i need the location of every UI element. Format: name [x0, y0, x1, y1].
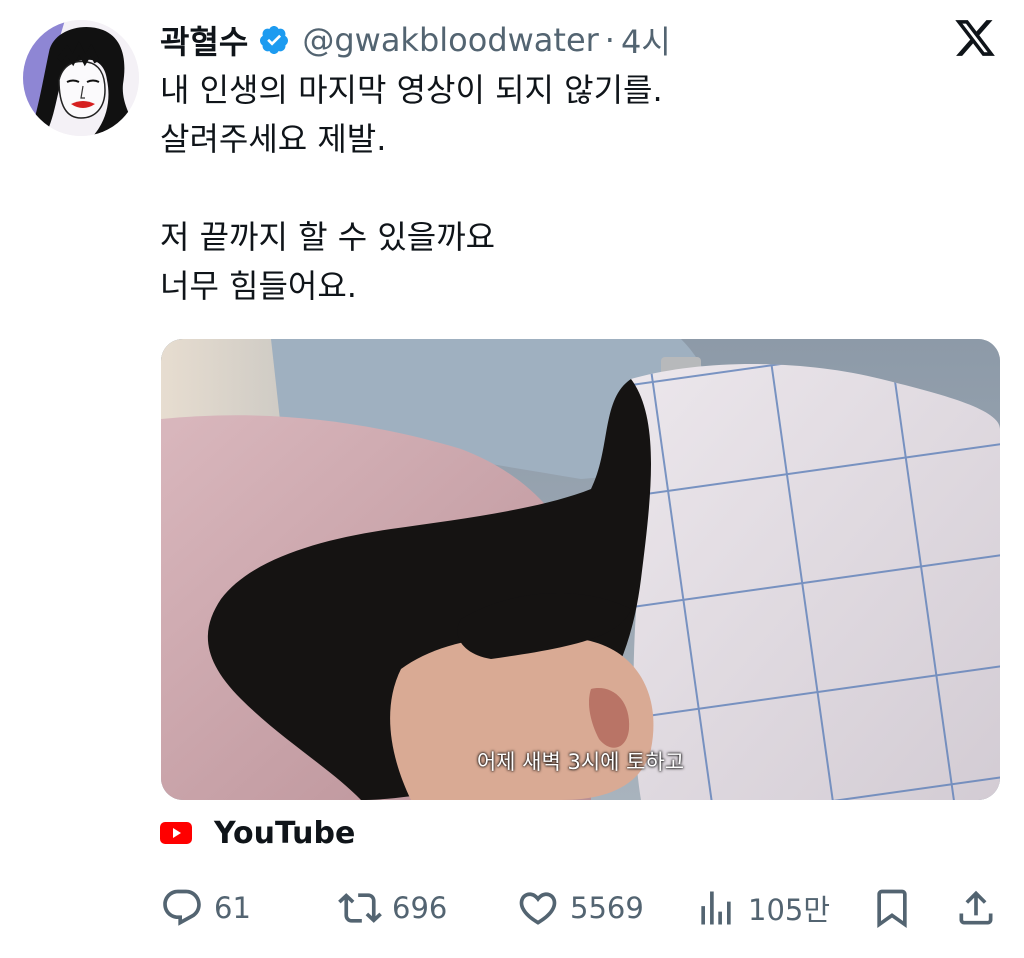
avatar-illustration	[23, 20, 139, 136]
author-handle[interactable]: @gwakbloodwater	[302, 21, 598, 59]
verified-badge-icon	[258, 24, 290, 56]
x-logo-icon	[952, 16, 998, 60]
share-icon	[959, 890, 993, 925]
tweet-text: 내 인생의 마지막 영상이 되지 않기를. 살려주세요 제발. 저 끝까지 할 …	[160, 66, 980, 311]
display-name[interactable]: 곽혈수	[160, 17, 248, 63]
tweet-line: 저 끝까지 할 수 있을까요	[160, 218, 496, 256]
views-count: 105만	[748, 893, 831, 927]
source-label: YouTube	[214, 815, 356, 851]
avatar[interactable]	[23, 20, 139, 136]
reply-button[interactable]: 61	[160, 880, 251, 936]
video-thumbnail[interactable]: 어제 새벽 3시에 토하고	[161, 339, 1000, 800]
action-bar: 61 696 5569 105만	[160, 880, 1000, 936]
heart-icon	[519, 892, 557, 925]
tweet-line: 살려주세요 제발.	[160, 120, 387, 158]
tweet-line	[160, 164, 980, 213]
video-frame-image	[161, 339, 1000, 800]
retweet-count: 696	[392, 891, 448, 925]
share-button[interactable]	[954, 880, 998, 936]
bookmark-icon	[877, 889, 907, 929]
like-count: 5569	[570, 891, 644, 925]
tweet-line: 내 인생의 마지막 영상이 되지 않기를.	[160, 71, 663, 109]
views-button[interactable]: 105만	[694, 880, 830, 936]
views-icon	[701, 891, 731, 925]
tweet-line: 너무 힘들어요.	[160, 267, 357, 305]
retweet-button[interactable]: 696	[338, 880, 447, 936]
bookmark-button[interactable]	[870, 880, 914, 936]
retweet-icon	[338, 893, 382, 923]
reply-icon	[163, 889, 201, 926]
separator-dot: ·	[604, 21, 615, 59]
video-subtitle: 어제 새벽 3시에 토하고	[476, 750, 685, 774]
link-source[interactable]: YouTube	[160, 812, 355, 854]
like-button[interactable]: 5569	[516, 880, 644, 936]
timestamp[interactable]: 4시	[621, 17, 671, 63]
youtube-icon	[160, 822, 192, 844]
tweet-header: 곽혈수 @gwakbloodwater · 4시	[160, 14, 671, 66]
reply-count: 61	[214, 891, 251, 925]
